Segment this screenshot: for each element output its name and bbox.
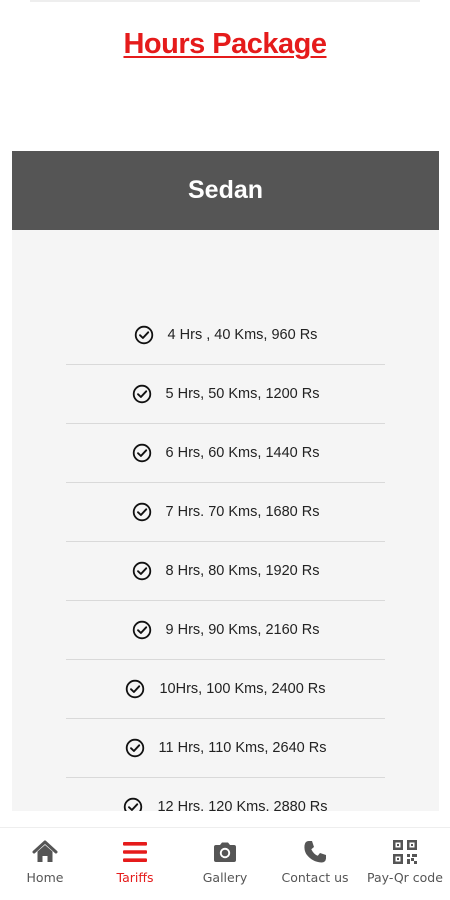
card-title: Sedan xyxy=(187,176,264,204)
card-header: Sedan xyxy=(12,151,439,230)
package-text: 4 Hrs , 40 Kms, 960 Rs xyxy=(167,327,318,343)
camera-icon xyxy=(214,842,236,862)
check-circle-icon xyxy=(132,443,151,463)
package-list: 4 Hrs , 40 Kms, 960 Rs 5 Hrs, 50 Kms, 12… xyxy=(66,306,385,811)
package-text: 8 Hrs, 80 Kms, 1920 Rs xyxy=(165,563,320,579)
menu-icon xyxy=(123,842,147,862)
nav-home-label: Home xyxy=(26,870,64,885)
page: Hours Package Sedan 4 Hrs , 40 Kms, 960 … xyxy=(0,0,450,900)
package-item: 5 Hrs, 50 Kms, 1200 Rs xyxy=(66,365,385,424)
check-circle-icon xyxy=(132,502,151,522)
check-circle-icon xyxy=(124,797,143,811)
package-item: 6 Hrs, 60 Kms, 1440 Rs xyxy=(66,424,385,483)
package-item: 8 Hrs, 80 Kms, 1920 Rs xyxy=(66,542,385,601)
package-item: 7 Hrs. 70 Kms, 1680 Rs xyxy=(66,483,385,542)
package-text: 5 Hrs, 50 Kms, 1200 Rs xyxy=(165,386,320,402)
package-text: 9 Hrs, 90 Kms, 2160 Rs xyxy=(165,622,320,638)
nav-tariffs-label: Tariffs xyxy=(116,870,154,885)
check-circle-icon xyxy=(125,738,144,758)
package-item: 9 Hrs, 90 Kms, 2160 Rs xyxy=(66,601,385,660)
nav-tariffs[interactable]: Tariffs xyxy=(90,828,180,900)
package-text: 12 Hrs, 120 Kms, 2880 Rs xyxy=(157,799,328,811)
page-title: Hours Package xyxy=(123,28,327,60)
package-text: 7 Hrs. 70 Kms, 1680 Rs xyxy=(165,504,320,520)
home-icon xyxy=(32,840,58,862)
bottom-navigation: Home Tariffs Gallery Contact us Pay-Qr c… xyxy=(0,827,450,900)
nav-home[interactable]: Home xyxy=(0,828,90,900)
package-item: 12 Hrs, 120 Kms, 2880 Rs xyxy=(66,778,385,811)
check-circle-icon xyxy=(132,384,151,404)
phone-icon xyxy=(304,841,326,863)
nav-qr-label: Pay-Qr code xyxy=(367,870,443,885)
nav-pay-qr-code[interactable]: Pay-Qr code xyxy=(360,828,450,900)
sedan-package-card: Sedan 4 Hrs , 40 Kms, 960 Rs 5 Hrs, 50 K… xyxy=(12,151,439,811)
package-item: 11 Hrs, 110 Kms, 2640 Rs xyxy=(66,719,385,778)
package-text: 6 Hrs, 60 Kms, 1440 Rs xyxy=(165,445,320,461)
package-text: 11 Hrs, 110 Kms, 2640 Rs xyxy=(158,740,327,756)
check-circle-icon xyxy=(134,325,153,345)
top-divider xyxy=(30,0,420,2)
package-item: 10Hrs, 100 Kms, 2400 Rs xyxy=(66,660,385,719)
check-circle-icon xyxy=(132,561,151,581)
check-circle-icon xyxy=(132,620,151,640)
nav-contact-us[interactable]: Contact us xyxy=(270,828,360,900)
nav-gallery-label: Gallery xyxy=(202,870,248,885)
package-text: 10Hrs, 100 Kms, 2400 Rs xyxy=(159,681,326,697)
nav-contact-label: Contact us xyxy=(281,870,349,885)
qr-code-icon xyxy=(393,840,417,864)
check-circle-icon xyxy=(126,679,145,699)
package-item: 4 Hrs , 40 Kms, 960 Rs xyxy=(66,306,385,365)
nav-gallery[interactable]: Gallery xyxy=(180,828,270,900)
